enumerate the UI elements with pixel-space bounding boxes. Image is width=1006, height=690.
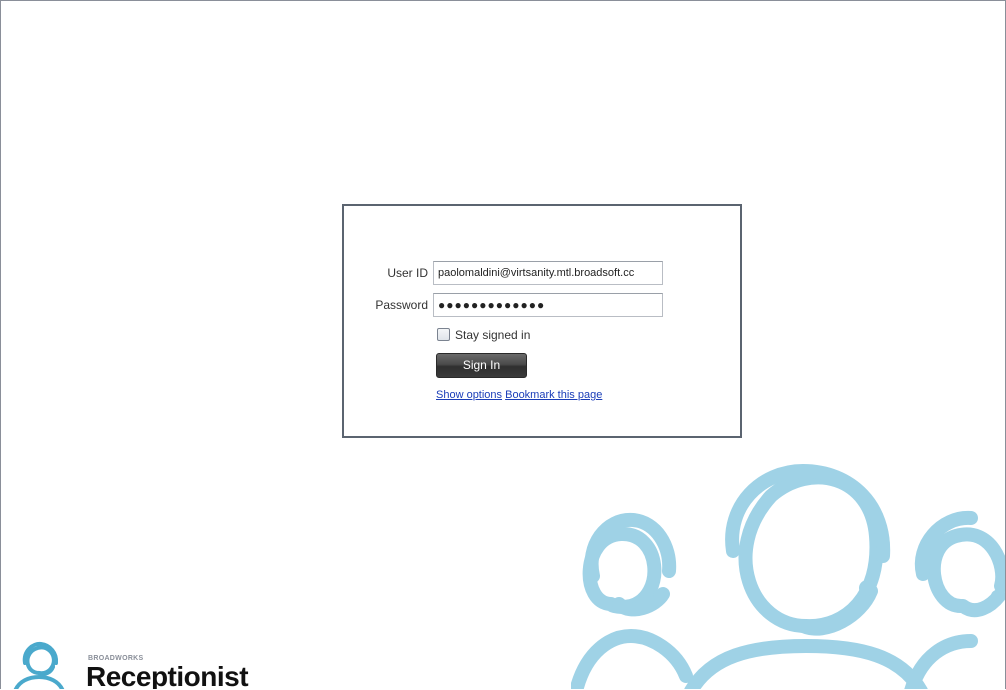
password-label: Password — [375, 298, 428, 312]
bookmark-page-link[interactable]: Bookmark this page — [505, 389, 602, 401]
app-window: User ID paolomaldini@virtsanity.mtl.broa… — [0, 0, 1006, 689]
password-row: Password ●●●●●●●●●●●●● — [344, 293, 740, 317]
user-id-row: User ID paolomaldini@virtsanity.mtl.broa… — [344, 261, 740, 285]
user-id-input[interactable]: paolomaldini@virtsanity.mtl.broadsoft.cc — [433, 261, 663, 285]
receptionist-headset-icon — [13, 641, 65, 689]
show-options-link[interactable]: Show options — [436, 389, 502, 401]
password-input[interactable]: ●●●●●●●●●●●●● — [433, 293, 663, 317]
login-links: Show options Bookmark this page — [436, 389, 602, 401]
brand-logo: BROADWORKS Receptionist — [9, 641, 309, 689]
login-panel: User ID paolomaldini@virtsanity.mtl.broa… — [342, 204, 742, 438]
user-id-label: User ID — [387, 266, 428, 280]
stay-signed-in-label[interactable]: Stay signed in — [455, 328, 530, 342]
stay-signed-in-checkbox[interactable] — [437, 328, 450, 341]
sign-in-button[interactable]: Sign In — [436, 353, 527, 378]
headset-agents-illustration — [571, 463, 1005, 689]
brand-receptionist-text: Receptionist — [86, 661, 249, 689]
